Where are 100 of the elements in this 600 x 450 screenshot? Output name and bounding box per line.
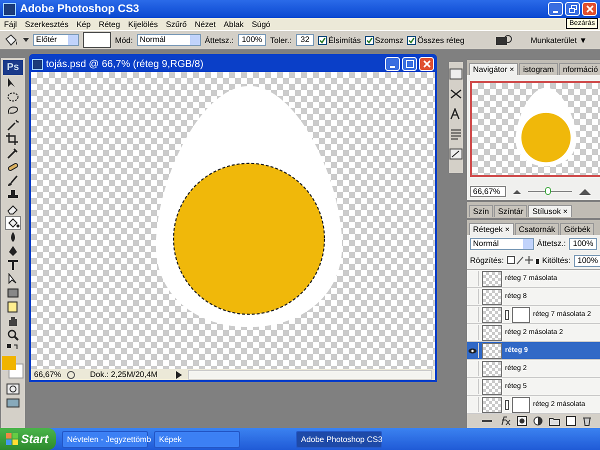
restore-icon [568,5,576,13]
blend-mode-dropdown[interactable]: Normál [470,238,534,250]
slider-thumb[interactable] [544,187,551,195]
checkbox[interactable]: Élsimítás [318,36,361,44]
checkbox[interactable]: Szomsz [364,36,404,44]
scrollbar[interactable] [188,370,432,380]
mask-icon[interactable] [516,416,526,426]
ellipse-selection-icon[interactable] [6,91,20,103]
zoom-field[interactable]: 66,67% [34,370,60,379]
close-button[interactable] [582,2,597,16]
document-icon [32,58,43,70]
menu-item[interactable]: Nézet [194,20,216,28]
new-layer-icon[interactable] [566,416,576,426]
menu-item[interactable]: Ablak [224,20,244,28]
lock-icons[interactable] [506,256,540,265]
opacity-field[interactable]: 100% [568,238,598,250]
maximize-button[interactable] [402,57,417,71]
window-title: Adobe Photoshop CS3 [20,3,140,15]
menu-item[interactable]: Fájl [4,20,17,28]
fill-label: Kitöltés: [542,256,571,265]
caret-icon[interactable] [23,38,29,42]
menu-item[interactable]: Kép [76,20,91,28]
check-icon [319,36,326,44]
color-swatches-icon[interactable] [1,355,25,381]
close-icon [422,60,430,68]
scissors-icon[interactable] [449,88,463,100]
mode-label: Mód: [115,36,133,44]
panel-tab[interactable]: istogram [519,63,558,75]
layer-thumbnail [482,306,502,322]
fill-field[interactable]: 100% [574,254,600,266]
trash-icon[interactable] [582,416,592,426]
play-icon[interactable] [176,370,182,378]
opacity-label: Áttetsz.: [204,36,234,44]
preset-dropdown[interactable]: Előtér [33,34,79,46]
menu-item[interactable]: Réteg [98,20,120,28]
minimize-button[interactable] [385,57,400,71]
paint-bucket-icon[interactable] [6,217,20,229]
layer-thumbnail [482,288,502,304]
minimize-button[interactable] [548,2,563,16]
photoshop-logo[interactable]: Ps [3,60,23,75]
adjustment-icon[interactable] [532,416,542,426]
taskbar-button[interactable]: Adobe Photoshop CS3 [296,430,382,448]
zoom-field[interactable]: 66,67% [470,186,506,197]
maximize-icon [406,60,414,68]
close-icon [586,5,594,13]
lock-label: Rögzítés: [470,256,504,265]
zoom-icon[interactable] [6,329,20,341]
zoom-out-icon[interactable] [512,188,522,194]
quick-mask-icon[interactable] [6,383,20,395]
panel-tab[interactable]: Rétegek × [469,223,514,235]
rectangle-icon[interactable] [6,287,20,299]
notes-icon[interactable] [6,301,20,313]
panel-tab[interactable]: Stílusok × [528,205,572,217]
tolerance-field[interactable]: 32 [296,34,314,46]
taskbar-button[interactable]: Képek [154,430,240,448]
menu-item[interactable]: Szerkesztés [24,20,68,28]
status-icon[interactable] [66,370,78,380]
opacity-field[interactable]: 100% [238,34,266,46]
layer-thumbnail [482,378,502,394]
windows-logo-icon [6,433,18,445]
check-icon [408,36,416,44]
panel-tab[interactable]: Navigátor × [469,63,518,75]
app-icon [3,2,16,16]
brush-icon[interactable] [6,175,20,187]
panel-tab[interactable]: Görbék [560,223,594,235]
crop-icon[interactable] [6,133,20,145]
pen-icon[interactable] [6,245,20,257]
visibility-toggle[interactable] [467,343,479,358]
restore-button[interactable] [565,2,580,16]
close-button[interactable] [419,57,434,71]
tolerance-label: Toler.: [270,36,292,44]
screen-mode-icon[interactable] [6,397,20,409]
folder-icon[interactable] [548,416,560,426]
paint-bucket-icon[interactable] [3,33,19,47]
wand-icon[interactable] [6,119,20,131]
fx-icon[interactable] [498,416,510,426]
panel-tab[interactable]: Szín [469,205,494,217]
eraser-icon[interactable] [6,203,20,215]
workspace-menu[interactable]: Munkaterület ▼ [530,36,587,44]
pattern-swatch[interactable] [83,32,111,48]
lasso-icon[interactable] [6,105,20,117]
checkbox[interactable]: Összes réteg [407,36,464,44]
layer-thumbnail [482,270,502,286]
eyedropper-icon[interactable] [6,147,20,159]
type-tool-icon[interactable] [6,259,20,271]
paragraph-icon[interactable] [449,128,463,140]
menu-item[interactable]: Súgó [252,20,270,28]
eye-icon [468,348,477,354]
zoom-in-icon[interactable] [578,188,592,196]
menu-item[interactable]: Kijelölés [128,20,158,28]
layer-thumbnail [482,396,502,412]
stamp-icon[interactable] [6,189,20,201]
panel-tab[interactable]: Csatornák [514,223,560,235]
mode-dropdown[interactable]: Normál [136,34,201,46]
panel-tab[interactable]: nformáció [558,63,600,75]
check-icon [366,36,373,44]
document-title: tojás.psd @ 66,7% (réteg 9,RGB/8) [46,58,204,70]
panel-tab[interactable]: Színtár [494,205,528,217]
menu-item[interactable]: Szűrő [166,20,187,28]
layer-thumbnail [482,360,502,376]
